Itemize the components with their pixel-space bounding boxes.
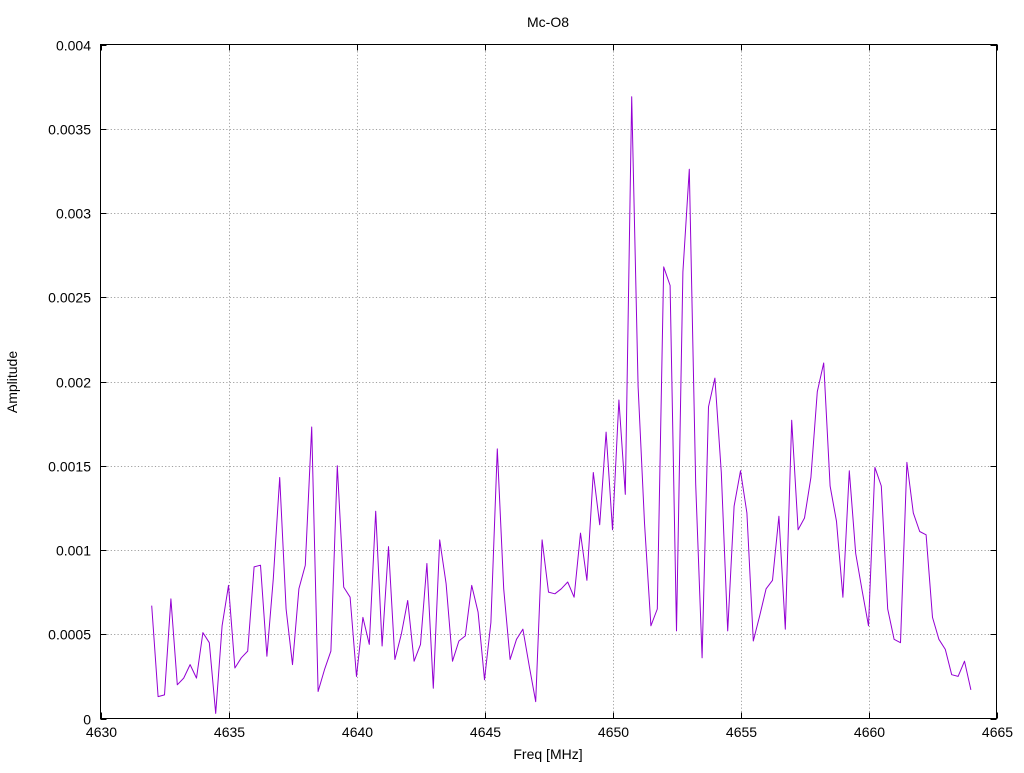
x-tick-labels: 4630 4635 4640 4645 4650 4655 4660 4665 <box>86 724 1013 740</box>
x-tick-label: 4655 <box>726 724 757 740</box>
chart-title: Mc-O8 <box>527 14 569 30</box>
y-axis-label: Amplitude <box>4 351 20 413</box>
y-tick-label: 0.002 <box>56 375 91 391</box>
grid-lines <box>100 44 997 719</box>
y-tick-labels: 0 0.0005 0.001 0.0015 0.002 0.0025 0.003 0.0035… <box>48 38 91 728</box>
x-tick-label: 4650 <box>598 724 629 740</box>
y-tick-label: 0.0025 <box>48 290 91 306</box>
y-tick-label: 0.0035 <box>48 122 91 138</box>
y-tick-label: 0.001 <box>56 543 91 559</box>
y-tick-label: 0.0015 <box>48 459 91 475</box>
x-axis-label: Freq [MHz] <box>513 746 582 762</box>
x-tick-label: 4635 <box>214 724 245 740</box>
x-tick-label: 4665 <box>982 724 1013 740</box>
plot-frame <box>100 44 997 719</box>
series-line <box>151 96 972 714</box>
chart: 4630 4635 4640 4645 4650 4655 4660 4665 00.0005… <box>4 14 1013 762</box>
x-tick-label: 4645 <box>470 724 501 740</box>
y-tick-label: 0.003 <box>56 206 91 222</box>
x-tick-label: 4640 <box>342 724 373 740</box>
x-tick-label: 4660 <box>854 724 885 740</box>
y-tick-label: 0.004 <box>56 38 91 54</box>
y-tick-label: 0 <box>83 712 91 728</box>
y-tick-label: 0.0005 <box>48 627 91 643</box>
